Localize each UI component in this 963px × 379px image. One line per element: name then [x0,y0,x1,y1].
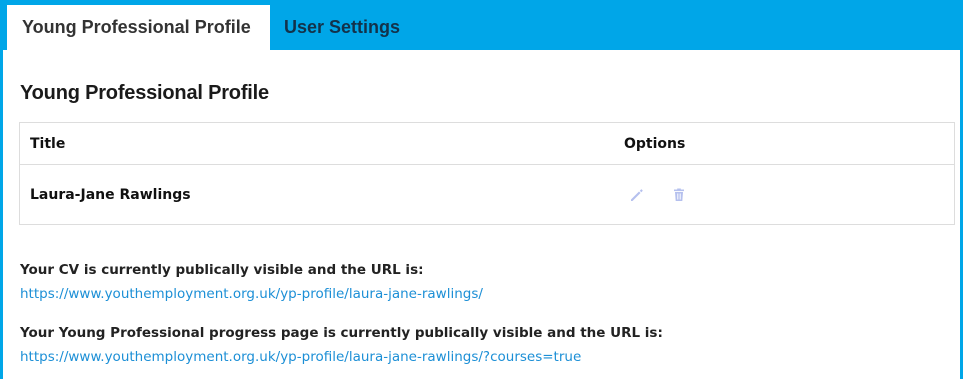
tab-user-settings[interactable]: User Settings [284,5,400,50]
page-title: Young Professional Profile [20,82,269,104]
pencil-icon[interactable] [629,187,645,203]
column-header-options: Options [624,136,686,152]
progress-url-link[interactable]: https://www.youthemployment.org.uk/yp-pr… [20,349,581,365]
cv-url-link[interactable]: https://www.youthemployment.org.uk/yp-pr… [20,286,483,302]
profile-title-cell: Laura-Jane Rawlings [30,187,191,203]
column-header-title: Title [30,136,66,152]
profile-panel: Young Professional Profile User Settings… [0,0,963,379]
table-row: Laura-Jane Rawlings [20,166,954,225]
progress-visibility-label: Your Young Professional progress page is… [20,325,663,341]
trash-icon[interactable] [671,187,687,203]
profile-table: Title Options Laura-Jane Rawlings [19,122,955,225]
tab-bar: Young Professional Profile User Settings [3,0,960,50]
table-header: Title Options [20,123,954,165]
cv-visibility-label: Your CV is currently publically visible … [20,262,424,278]
tab-young-professional-profile[interactable]: Young Professional Profile [7,5,270,50]
